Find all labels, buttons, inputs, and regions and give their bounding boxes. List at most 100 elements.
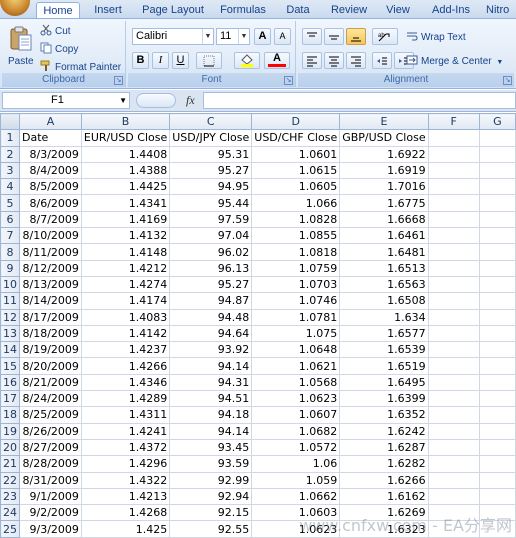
- cell[interactable]: 94.51: [169, 390, 253, 408]
- cell[interactable]: [427, 341, 480, 359]
- underline-button[interactable]: U: [172, 52, 189, 69]
- cell[interactable]: 1.6513: [339, 259, 429, 277]
- cell[interactable]: 1.4213: [80, 487, 171, 506]
- merge-center-button[interactable]: Merge & Center ▼: [406, 54, 503, 70]
- cell[interactable]: 92.94: [169, 487, 253, 506]
- align-bottom-button[interactable]: [346, 28, 366, 45]
- paste-button[interactable]: Paste: [6, 23, 36, 71]
- cell[interactable]: [478, 471, 516, 489]
- cell[interactable]: 96.02: [169, 243, 253, 261]
- align-right-button[interactable]: [346, 52, 366, 69]
- cell[interactable]: 1.0607: [251, 406, 341, 424]
- cell[interactable]: [478, 227, 516, 245]
- cell[interactable]: 1.4372: [80, 438, 171, 457]
- cell[interactable]: 1.4311: [80, 406, 171, 424]
- cell[interactable]: [427, 145, 480, 163]
- tab-review[interactable]: Review: [328, 2, 370, 18]
- cell[interactable]: 93.92: [169, 341, 253, 359]
- borders-button[interactable]: [196, 52, 222, 69]
- cell[interactable]: [478, 308, 516, 326]
- cell[interactable]: 8/25/2009: [19, 406, 82, 424]
- cell[interactable]: [478, 259, 516, 277]
- cell[interactable]: 95.31: [169, 145, 253, 163]
- cell[interactable]: 1.634: [339, 308, 429, 326]
- cell[interactable]: 8/19/2009: [19, 341, 82, 359]
- cell[interactable]: 8/17/2009: [19, 308, 82, 326]
- cell[interactable]: 8/3/2009: [19, 145, 82, 163]
- cell[interactable]: 1.6577: [339, 324, 429, 343]
- cell[interactable]: [427, 161, 480, 180]
- office-button[interactable]: [0, 0, 30, 16]
- cell[interactable]: 8/11/2009: [19, 243, 82, 261]
- cell[interactable]: 8/31/2009: [19, 471, 82, 489]
- column-header[interactable]: C: [169, 113, 253, 131]
- cell[interactable]: 1.6323: [339, 520, 429, 538]
- cell[interactable]: [478, 406, 516, 424]
- cell[interactable]: 1.6563: [339, 275, 429, 294]
- tab-formulas[interactable]: Formulas: [218, 2, 268, 18]
- select-all-corner[interactable]: [0, 113, 20, 131]
- fill-color-button[interactable]: [234, 52, 260, 69]
- cell[interactable]: [427, 471, 480, 489]
- cell[interactable]: 1.6461: [339, 227, 429, 245]
- alignment-dialog-launcher-icon[interactable]: ↘: [503, 76, 512, 85]
- cell[interactable]: 1.6287: [339, 438, 429, 457]
- cell[interactable]: [478, 422, 516, 440]
- cell[interactable]: 1.4212: [80, 259, 171, 277]
- cell[interactable]: 1.6481: [339, 243, 429, 261]
- row-header[interactable]: 12: [0, 308, 20, 326]
- cell[interactable]: 1.4268: [80, 504, 171, 522]
- cell[interactable]: 1.066: [251, 194, 341, 212]
- cell[interactable]: 1.4388: [80, 161, 171, 180]
- cell[interactable]: [478, 194, 516, 212]
- cell[interactable]: [427, 129, 480, 147]
- cell[interactable]: 1.7016: [339, 178, 429, 196]
- cell[interactable]: [427, 504, 480, 522]
- cell[interactable]: [478, 373, 516, 392]
- cell[interactable]: 8/14/2009: [19, 292, 82, 310]
- cell[interactable]: 1.0682: [251, 422, 341, 440]
- cell[interactable]: [427, 259, 480, 277]
- row-header[interactable]: 10: [0, 275, 20, 294]
- cell[interactable]: 8/7/2009: [19, 210, 82, 229]
- cell[interactable]: 1.6266: [339, 471, 429, 489]
- column-header[interactable]: G: [478, 113, 516, 131]
- cell[interactable]: 94.64: [169, 324, 253, 343]
- cell[interactable]: 1.0572: [251, 438, 341, 457]
- grow-font-button[interactable]: A: [254, 28, 271, 45]
- cell[interactable]: 9/3/2009: [19, 520, 82, 538]
- cell[interactable]: [427, 292, 480, 310]
- cell[interactable]: 1.4174: [80, 292, 171, 310]
- cell[interactable]: [478, 178, 516, 196]
- tab-add-ins[interactable]: Add-Ins: [428, 2, 474, 18]
- cell[interactable]: 1.6919: [339, 161, 429, 180]
- row-header[interactable]: 24: [0, 504, 20, 522]
- cell[interactable]: 92.15: [169, 504, 253, 522]
- cell[interactable]: 8/24/2009: [19, 390, 82, 408]
- tab-home[interactable]: Home: [36, 2, 80, 19]
- cell[interactable]: 1.425: [80, 520, 171, 538]
- row-header[interactable]: 11: [0, 292, 20, 310]
- cell[interactable]: 94.31: [169, 373, 253, 392]
- cell[interactable]: 1.0703: [251, 275, 341, 294]
- cell[interactable]: [427, 357, 480, 375]
- cell[interactable]: 1.075: [251, 324, 341, 343]
- tab-insert[interactable]: Insert: [88, 2, 128, 18]
- cell[interactable]: 1.6775: [339, 194, 429, 212]
- row-header[interactable]: 14: [0, 341, 20, 359]
- cell[interactable]: 1.0781: [251, 308, 341, 326]
- cell[interactable]: 8/13/2009: [19, 275, 82, 294]
- cell[interactable]: 8/4/2009: [19, 161, 82, 180]
- cell[interactable]: 9/2/2009: [19, 504, 82, 522]
- cell[interactable]: 94.14: [169, 422, 253, 440]
- cell[interactable]: 1.0828: [251, 210, 341, 229]
- cell[interactable]: 1.0605: [251, 178, 341, 196]
- cell[interactable]: [478, 324, 516, 343]
- cell[interactable]: 8/21/2009: [19, 373, 82, 392]
- name-box[interactable]: F1 ▼: [2, 92, 130, 109]
- cell[interactable]: [427, 194, 480, 212]
- cell[interactable]: [427, 324, 480, 343]
- font-family-select[interactable]: Calibri ▼: [132, 28, 214, 45]
- row-header[interactable]: 17: [0, 390, 20, 408]
- row-header[interactable]: 16: [0, 373, 20, 392]
